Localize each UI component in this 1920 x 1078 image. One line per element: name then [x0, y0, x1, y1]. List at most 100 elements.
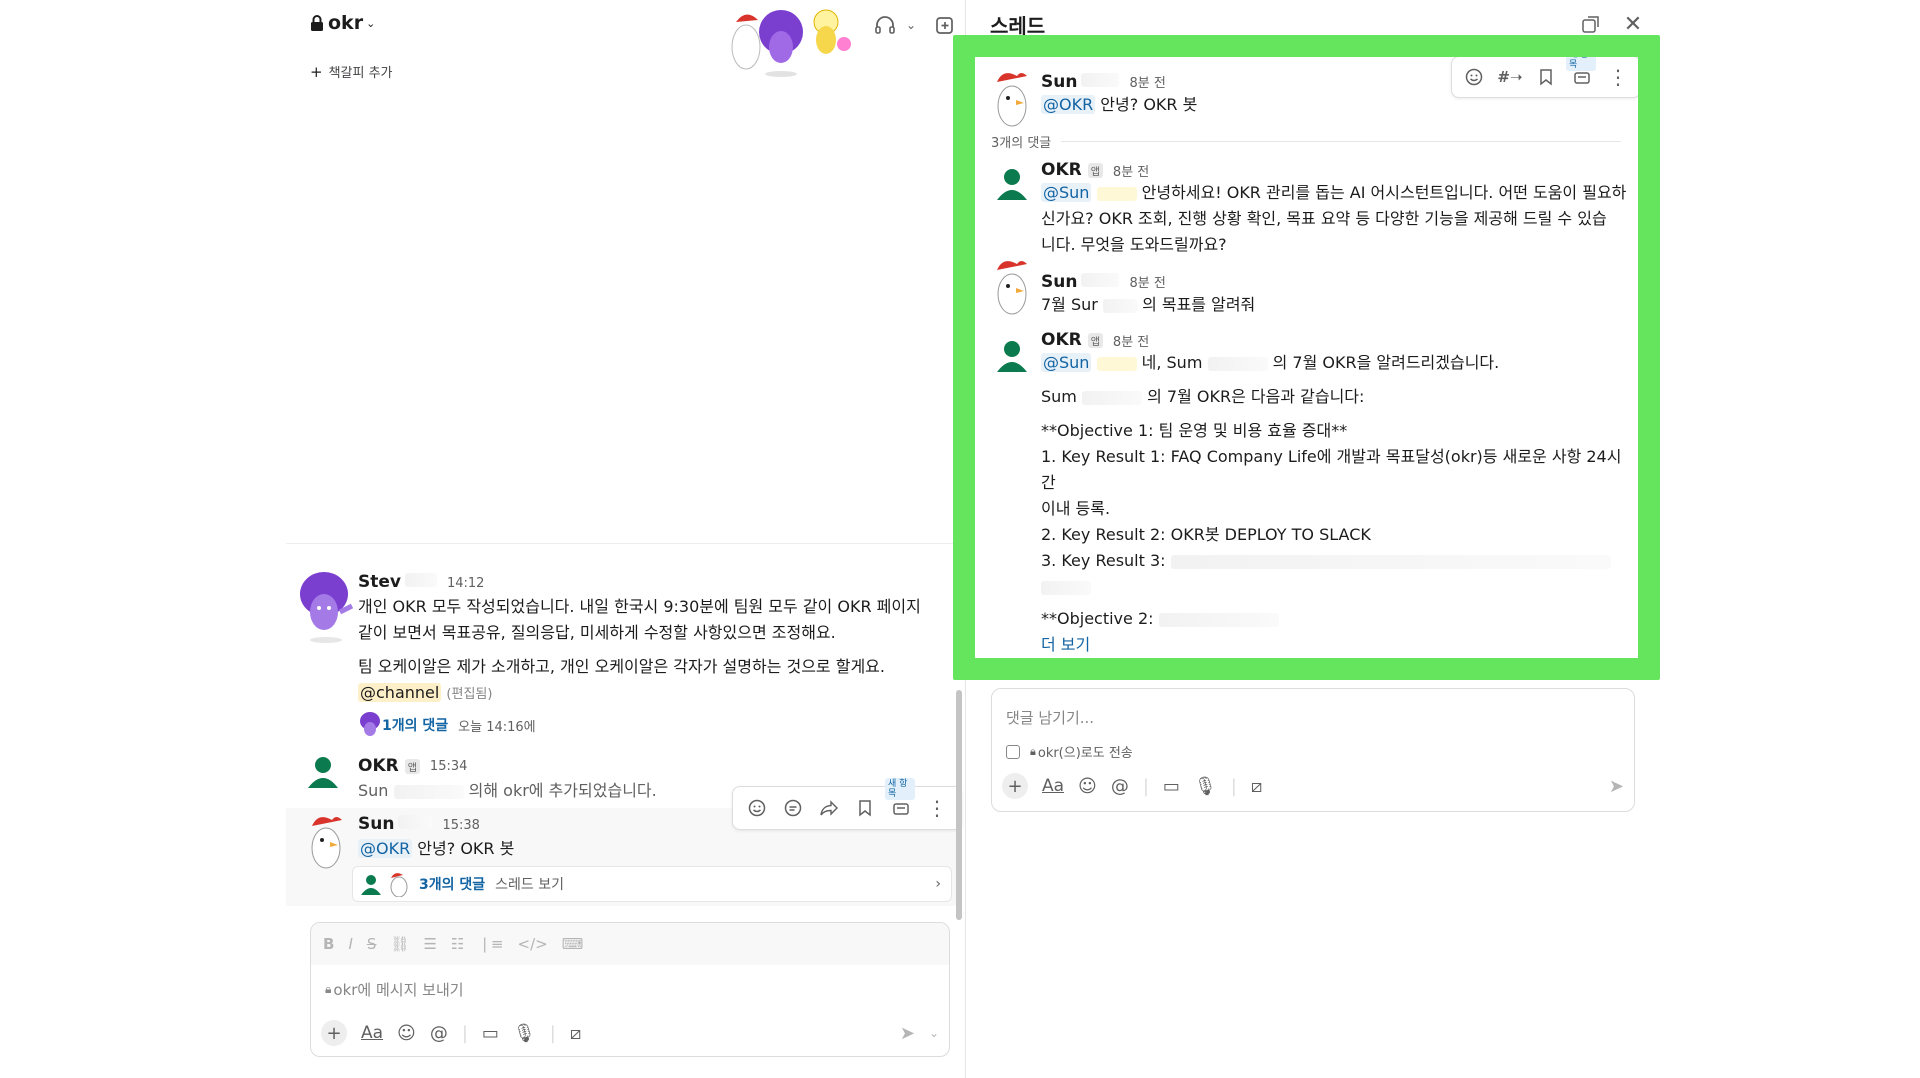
author-name[interactable]: Stev [358, 572, 401, 592]
avatar[interactable] [991, 258, 1033, 316]
timestamp[interactable]: 8분 전 [1113, 331, 1149, 350]
send-icon[interactable]: ➤ [900, 1023, 915, 1044]
header-member-avatars[interactable] [726, 2, 856, 78]
huddle-dropdown-icon[interactable]: ⌄ [900, 12, 922, 38]
bold-icon[interactable]: B [323, 935, 334, 953]
bullet-list-icon[interactable]: ☷ [451, 935, 464, 953]
user-mention[interactable]: @Sun [1041, 183, 1092, 202]
avatar[interactable] [304, 814, 348, 870]
add-bookmark-button[interactable]: + 책갈피 추가 [310, 62, 393, 82]
avatar[interactable] [993, 336, 1031, 374]
scrollbar[interactable] [956, 690, 962, 920]
canvas-icon[interactable] [930, 10, 960, 40]
format-toggle-icon[interactable]: Aa [1042, 776, 1064, 796]
mention-icon[interactable]: @ [430, 1023, 448, 1044]
open-in-window-icon[interactable] [1579, 12, 1603, 36]
close-icon[interactable]: ✕ [1621, 12, 1645, 37]
link-icon[interactable]: ⛓ [390, 935, 409, 953]
timestamp[interactable]: 14:12 [447, 576, 484, 591]
user-name[interactable]: Sun [358, 781, 388, 800]
redacted [1081, 73, 1120, 87]
code-block-icon[interactable]: ⌨ [562, 935, 584, 953]
avatar[interactable] [296, 570, 354, 643]
replies-divider: 3개의 댓글 [991, 132, 1621, 151]
reply-count-link[interactable]: 1개의 댓글 [382, 715, 448, 735]
author-name[interactable]: Sun [1041, 72, 1077, 92]
video-icon[interactable]: ▭ [482, 1023, 499, 1044]
redacted [404, 573, 437, 587]
new-badge: 새 항목 [885, 778, 915, 800]
redacted [1096, 356, 1137, 371]
headphones-icon[interactable] [870, 10, 900, 40]
also-send-checkbox[interactable] [1006, 744, 1020, 759]
timestamp[interactable]: 15:34 [430, 759, 467, 774]
avatar[interactable] [991, 70, 1033, 128]
microphone-icon[interactable]: 🎙︎ [1194, 776, 1217, 797]
user-mention[interactable]: @Sun [1041, 353, 1092, 372]
reply-time: 오늘 14:16에 [458, 719, 536, 735]
ordered-list-icon[interactable]: ☰ [423, 935, 436, 953]
add-reaction-icon[interactable] [739, 790, 775, 826]
message-text: 신가요? OKR 조회, 진행 상황 확인, 목표 요약 등 다양한 기능을 제… [1041, 209, 1607, 228]
author-name[interactable]: Sun [358, 814, 394, 834]
save-for-later-icon[interactable]: 새 항목 [883, 778, 919, 826]
avatar[interactable] [993, 164, 1031, 202]
timestamp[interactable]: 15:38 [442, 818, 479, 833]
more-actions-icon[interactable]: ⋮ [919, 790, 955, 826]
avatar[interactable] [304, 752, 342, 790]
message-input[interactable]: 🔒︎ okr에 메시지 보내기 [311, 965, 949, 1014]
plus-icon[interactable]: + [321, 1020, 347, 1046]
author-name[interactable]: Sun [1041, 272, 1077, 292]
slash-command-icon[interactable]: ⧄ [1251, 776, 1262, 797]
share-to-channel-icon[interactable]: #➝ [1492, 59, 1528, 95]
view-thread-link[interactable]: 스레드 보기 [495, 874, 564, 894]
author-name[interactable]: OKR [1041, 160, 1082, 180]
emoji-icon[interactable]: ☺ [397, 1023, 416, 1044]
user-mention[interactable]: @OKR [358, 839, 413, 858]
timestamp[interactable]: 8분 전 [1113, 161, 1149, 180]
message-text: 같이 보면서 목표공유, 질의응답, 미세하게 수정할 사항있으면 조정해요. [358, 623, 836, 642]
format-toggle-icon[interactable]: Aa [361, 1023, 383, 1043]
divider: | [549, 1022, 556, 1044]
channel-title[interactable]: okr ⌄ [310, 12, 375, 34]
emoji-icon[interactable]: ☺ [1078, 776, 1097, 797]
strikethrough-icon[interactable]: S [367, 935, 377, 953]
send-icon[interactable]: ➤ [1609, 776, 1624, 797]
divider: | [1230, 775, 1237, 797]
slash-command-icon[interactable]: ⧄ [570, 1023, 581, 1044]
redacted [1081, 273, 1120, 287]
app-badge: 앱 [1087, 162, 1103, 178]
thread-bar[interactable]: 3개의 댓글 스레드 보기 › [352, 866, 952, 902]
italic-icon[interactable]: I [348, 935, 352, 953]
bookmark-icon[interactable] [1528, 59, 1564, 95]
show-more-link[interactable]: 더 보기 [1041, 632, 1631, 658]
reply-count-link[interactable]: 3개의 댓글 [419, 874, 485, 894]
code-icon[interactable]: </> [518, 935, 548, 953]
author-name[interactable]: OKR [358, 756, 399, 776]
author-name[interactable]: OKR [1041, 330, 1082, 350]
share-icon[interactable] [811, 790, 847, 826]
thread-summary[interactable]: 1개의 댓글 오늘 14:16에 [358, 712, 958, 738]
reply-input[interactable]: 댓글 남기기... [992, 689, 1634, 738]
add-reaction-icon[interactable] [1456, 59, 1492, 95]
system-text: 의해 okr에 추가되었습니다. [468, 781, 657, 800]
bookmark-icon[interactable] [847, 790, 883, 826]
microphone-icon[interactable]: 🎙︎ [513, 1023, 536, 1044]
mention-icon[interactable]: @ [1111, 776, 1129, 797]
channel-mention[interactable]: @channel [358, 683, 442, 702]
video-icon[interactable]: ▭ [1163, 776, 1180, 797]
objective-text: **Objective 2: [1041, 609, 1154, 628]
user-mention[interactable]: @OKR [1041, 95, 1096, 114]
save-for-later-icon[interactable]: 새 항목 [1564, 49, 1600, 95]
composer-actions: + Aa ☺ @ | ▭ 🎙︎ | ⧄ ➤ ⌄ [311, 1014, 949, 1052]
timestamp[interactable]: 8분 전 [1129, 272, 1165, 291]
thread-reply: Sun 8분 전 7월 Sur 의 목표를 알려줘 [1041, 272, 1631, 318]
key-result-text: 3. Key Result 3: [1041, 551, 1166, 570]
timestamp[interactable]: 8분 전 [1129, 72, 1165, 91]
send-options-icon[interactable]: ⌄ [929, 1026, 939, 1040]
more-actions-icon[interactable]: ⋮ [1600, 59, 1636, 95]
plus-icon[interactable]: + [1002, 773, 1028, 799]
reply-in-thread-icon[interactable] [775, 790, 811, 826]
blockquote-icon[interactable]: ❘≡ [478, 935, 503, 953]
message-text: 의 목표를 알려줘 [1142, 295, 1256, 314]
